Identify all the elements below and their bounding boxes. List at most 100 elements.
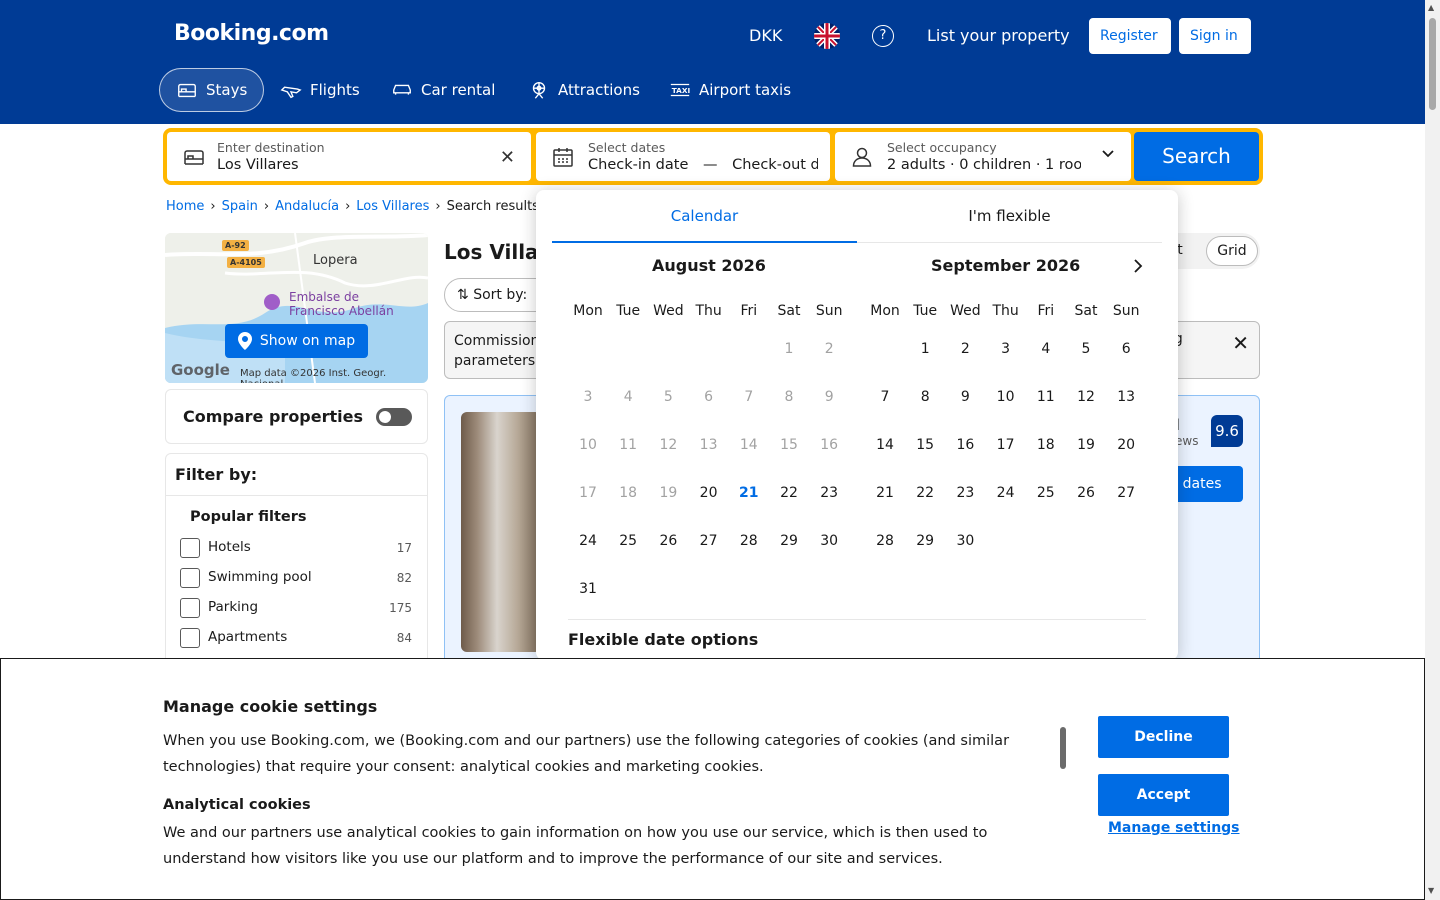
tab-stays[interactable]: Stays [159,68,265,112]
chevron-down-icon[interactable] [1101,147,1115,161]
occupancy-field[interactable]: Select occupancy 2 adults · 0 children ·… [835,132,1131,181]
calendar-day[interactable]: 7 [865,377,905,417]
calendar-day[interactable]: 14 [865,425,905,465]
scroll-down-icon[interactable]: ▼ [1428,886,1434,895]
calendar-day[interactable]: 9 [945,377,985,417]
breadcrumb-los-villares[interactable]: Los Villares [356,199,429,214]
calendar-day[interactable]: 15 [905,425,945,465]
checkin-date[interactable]: Check-in date [588,157,688,173]
filter-swimming-pool[interactable]: Swimming pool 82 [180,567,412,589]
calendar-day[interactable]: 24 [568,521,608,561]
scrollbar-thumb[interactable] [1429,18,1436,110]
calendar-day[interactable]: 16 [945,425,985,465]
calendar-day[interactable]: 29 [905,521,945,561]
checkbox[interactable] [180,598,200,618]
decline-button[interactable]: Decline [1098,716,1229,758]
tab-airport-taxis[interactable]: TAXI Airport taxis [653,68,807,112]
calendar-day[interactable]: 8 [905,377,945,417]
uk-flag-icon[interactable] [814,23,840,49]
calendar-day[interactable]: 29 [769,521,809,561]
calendar-day[interactable]: 21 [865,473,905,513]
filter-parking[interactable]: Parking 175 [180,597,412,619]
dates-field[interactable]: Select dates Check-in date — Check-out d… [536,132,830,181]
manage-settings-link[interactable]: Manage settings [1108,820,1240,836]
show-on-map-button[interactable]: Show on map [225,324,368,358]
breadcrumb-spain[interactable]: Spain [222,199,258,214]
calendar-day[interactable]: 17 [986,425,1026,465]
list-property-link[interactable]: List your property [927,26,1070,45]
calendar-day[interactable]: 1 [905,329,945,369]
calendar-day[interactable]: 22 [905,473,945,513]
accept-button[interactable]: Accept [1098,774,1229,816]
currency-selector[interactable]: DKK [749,26,782,45]
calendar-day[interactable]: 28 [865,521,905,561]
close-icon[interactable]: ✕ [1232,331,1249,355]
calendar-day[interactable]: 6 [1106,329,1146,369]
scroll-up-icon[interactable]: ▲ [1428,3,1434,12]
property-photo[interactable] [461,412,541,652]
filter-apartments[interactable]: Apartments 84 [180,627,412,649]
page-scrollbar[interactable]: ▲ ▼ [1425,0,1440,900]
calendar-day[interactable]: 23 [945,473,985,513]
calendar-day[interactable]: 11 [1026,377,1066,417]
calendar-day[interactable]: 12 [1066,377,1106,417]
calendar-day[interactable]: 4 [1026,329,1066,369]
map-attribution: Map data ©2026 Inst. Geogr. Nacional [240,368,387,383]
help-icon[interactable]: ? [872,25,894,47]
tab-flexible[interactable]: I'm flexible [857,190,1162,243]
calendar-day[interactable]: 28 [729,521,769,561]
tab-calendar[interactable]: Calendar [552,190,857,243]
calendar-day[interactable]: 31 [568,569,608,609]
calendar-day[interactable]: 26 [1066,473,1106,513]
calendar-day[interactable]: 23 [809,473,849,513]
search-button[interactable]: Search [1134,132,1259,181]
calendar-day[interactable]: 26 [648,521,688,561]
calendar-day[interactable]: 25 [608,521,648,561]
date-picker-tabs: Calendar I'm flexible [552,190,1162,243]
tab-flights[interactable]: Flights [264,68,376,112]
checkout-date[interactable]: Check-out date [732,157,818,173]
review-score-badge: 9.6 [1211,415,1243,447]
destination-input[interactable]: Los Villares [217,157,477,173]
calendar-day[interactable]: 30 [809,521,849,561]
checkbox[interactable] [180,628,200,648]
occupancy-value[interactable]: 2 adults · 0 children · 1 room [887,157,1081,173]
calendar-day[interactable]: 2 [945,329,985,369]
calendar-day[interactable]: 20 [1106,425,1146,465]
register-button[interactable]: Register [1089,18,1171,54]
calendar-day[interactable]: 20 [689,473,729,513]
destination-field[interactable]: Enter destination Los Villares ✕ [167,132,531,181]
site-header: Booking.com DKK ? List your property Reg… [0,0,1425,124]
calendar-day[interactable]: 5 [1066,329,1106,369]
calendar-day[interactable]: 3 [986,329,1026,369]
calendar-day[interactable]: 13 [1106,377,1146,417]
date-separator: — [702,157,718,173]
sign-in-button[interactable]: Sign in [1179,18,1251,54]
calendar-day[interactable]: 18 [1026,425,1066,465]
calendar-day[interactable]: 24 [986,473,1026,513]
compare-toggle[interactable] [376,408,412,426]
tab-attractions[interactable]: Attractions [512,68,656,112]
tab-car-rental[interactable]: Car rental [375,68,511,112]
calendar-day[interactable]: 25 [1026,473,1066,513]
checkbox[interactable] [180,568,200,588]
calendar-day[interactable]: 27 [1106,473,1146,513]
calendar-day[interactable]: 10 [986,377,1026,417]
checkbox[interactable] [180,538,200,558]
clear-icon[interactable]: ✕ [500,147,515,168]
view-grid-button[interactable]: Grid [1206,236,1258,266]
booking-logo[interactable]: Booking.com [174,21,329,46]
cookie-scrollbar[interactable] [1060,727,1066,769]
filter-label: Apartments [208,629,288,645]
dates-value[interactable]: Check-in date — Check-out date [588,157,818,173]
calendar-day[interactable]: 21 [729,473,769,513]
map-preview[interactable]: A-92 A-4105 Lopera Embalse de Francisco … [165,233,428,383]
calendar-day[interactable]: 19 [1066,425,1106,465]
calendar-day[interactable]: 30 [945,521,985,561]
calendar-day[interactable]: 22 [769,473,809,513]
breadcrumb-home[interactable]: Home [166,199,204,214]
filter-hotels[interactable]: Hotels 17 [180,537,412,559]
chevron-right-icon[interactable] [1130,258,1146,274]
breadcrumb-andalucia[interactable]: Andalucía [275,199,339,214]
calendar-day[interactable]: 27 [689,521,729,561]
